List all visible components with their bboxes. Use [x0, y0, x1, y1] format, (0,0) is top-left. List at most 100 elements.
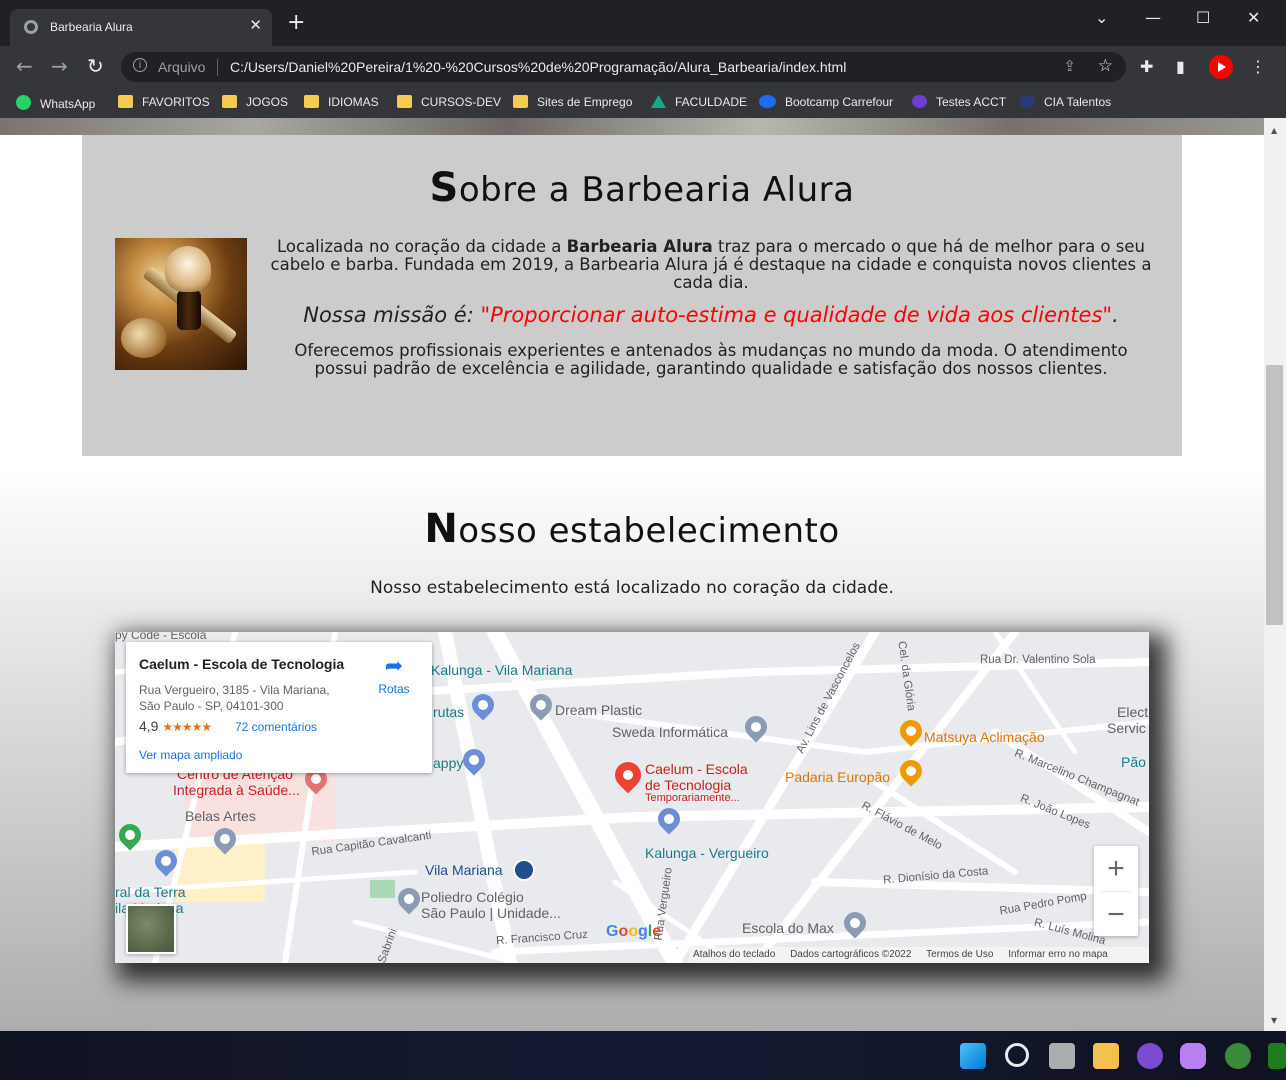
reviews-link[interactable]: 72 comentários [235, 720, 317, 734]
larger-map-link[interactable]: Ver mapa ampliado [139, 748, 242, 762]
keyboard-shortcuts-link[interactable]: Atalhos do teclado [693, 949, 775, 960]
place-label[interactable]: Integrada à Saúde... [173, 782, 300, 798]
place-label[interactable]: Kalunga - Vergueiro [645, 845, 769, 861]
rating-value: 4,9 [139, 718, 159, 734]
menu-icon[interactable]: ⋮ [1250, 57, 1266, 76]
place-label[interactable]: Caelum - Escola [645, 761, 748, 777]
tab-search-icon[interactable]: ⌄ [1095, 8, 1108, 27]
faculdade-icon [651, 95, 666, 108]
about-section: Sobre a Barbearia Alura Localizada no co… [82, 135, 1182, 456]
close-window-button[interactable]: ✕ [1247, 8, 1260, 27]
bookmark-idiomas[interactable]: IDIOMAS [304, 95, 379, 109]
place-label[interactable]: Kalunga - Vila Mariana [431, 662, 572, 678]
globe-icon [24, 20, 38, 34]
place-label[interactable]: São Paulo | Unidade... [421, 905, 561, 921]
bookmark-star-icon[interactable]: ☆ [1098, 56, 1113, 76]
address-bar[interactable]: i Arquivo C:/Users/Daniel%20Pereira/1%20… [121, 52, 1126, 82]
place-label[interactable]: Dream Plastic [555, 702, 642, 718]
terms-link[interactable]: Termos de Uso [926, 949, 993, 960]
share-icon[interactable]: ⇪ [1063, 57, 1076, 75]
info-icon[interactable]: i [133, 58, 147, 72]
place-label[interactable]: Sweda Informática [612, 724, 728, 740]
scroll-down-arrow[interactable]: ▼ [1271, 1016, 1277, 1025]
directions-button[interactable]: ➦ Rotas [374, 654, 414, 697]
close-tab-icon[interactable]: ✕ [249, 16, 262, 34]
place-label[interactable]: Servic [1107, 720, 1146, 736]
xbox-icon[interactable] [1225, 1043, 1251, 1069]
back-button[interactable]: ← [16, 54, 33, 78]
tab-strip: Barbearia Alura ✕ + ⌄ — ☐ ✕ [0, 0, 1286, 46]
k-icon [912, 95, 927, 108]
new-tab-button[interactable]: + [287, 12, 305, 34]
place-label[interactable]: rutas [433, 704, 464, 720]
tab-title: Barbearia Alura [50, 20, 133, 34]
forward-button[interactable]: → [51, 54, 68, 78]
p1-before: Localizada no coração da cidade a [277, 237, 567, 256]
establishment-title: Nosso estabelecimento [0, 506, 1264, 552]
bookmark-jogos[interactable]: JOGOS [222, 95, 288, 109]
bookmark-cursos-dev[interactable]: CURSOS-DEV [397, 95, 501, 109]
bookmark-whatsapp[interactable]: WhatsApp [16, 95, 95, 111]
github-icon[interactable] [1137, 1043, 1163, 1069]
scroll-up-arrow[interactable]: ▲ [1271, 126, 1277, 135]
place-label[interactable]: Vila Mariana [425, 862, 503, 878]
side-panel-icon[interactable]: ▮ [1176, 57, 1185, 76]
extensions-icon[interactable]: ✚ [1140, 57, 1153, 76]
bookmark-bootcamp[interactable]: Bootcamp Carrefour [759, 95, 893, 109]
bookmark-label: Testes ACCT [936, 95, 1007, 109]
place-label[interactable]: Temporariamente... [645, 792, 740, 804]
place-label[interactable]: appy [433, 755, 463, 771]
place-label[interactable]: de Tecnologia [645, 777, 731, 793]
reload-button[interactable]: ↻ [87, 54, 104, 78]
zoom-in-button[interactable]: + [1094, 846, 1138, 891]
satellite-toggle-thumbnail[interactable] [126, 904, 176, 954]
browser-tab[interactable]: Barbearia Alura ✕ [10, 9, 272, 46]
place-label[interactable]: Pão [1121, 754, 1146, 770]
soap-bowl [121, 318, 167, 358]
windows-start-icon[interactable] [960, 1043, 986, 1069]
profile-avatar[interactable] [1209, 55, 1233, 79]
bookmark-testes-acct[interactable]: Testes ACCT [912, 95, 1006, 109]
minimize-button[interactable]: — [1145, 8, 1161, 27]
scrollbar-thumb[interactable] [1266, 365, 1283, 625]
maximize-button[interactable]: ☐ [1196, 8, 1210, 27]
file-explorer-icon[interactable] [1093, 1043, 1119, 1069]
place-label[interactable]: ral da Terra [115, 884, 186, 900]
cia-icon [1020, 95, 1035, 108]
title-initial: N [424, 506, 459, 552]
place-label[interactable]: Escola do Max [742, 920, 834, 936]
place-label[interactable]: Belas Artes [185, 808, 256, 824]
bookmark-cia-talentos[interactable]: CIA Talentos [1020, 95, 1111, 109]
title-initial: S [429, 165, 459, 211]
bookmark-faculdade[interactable]: FACULDADE [651, 95, 747, 109]
zoom-out-button[interactable]: − [1094, 892, 1138, 937]
task-view-icon[interactable] [1049, 1043, 1075, 1069]
bookmark-label: WhatsApp [40, 97, 96, 111]
street-label: Rua Dr. Valentino Sola [980, 654, 1096, 666]
url-text[interactable]: C:/Users/Daniel%20Pereira/1%20-%20Cursos… [230, 59, 846, 75]
metro-station-icon[interactable] [513, 859, 535, 881]
page-viewport: Sobre a Barbearia Alura Localizada no co… [0, 118, 1264, 1031]
shaving-brush [165, 246, 211, 292]
mission-label: Nossa missão é: [303, 303, 481, 327]
about-title: Sobre a Barbearia Alura [82, 165, 1202, 211]
about-text: Localizada no coração da cidade a Barbea… [266, 238, 1156, 388]
hero-image-bottom [0, 118, 1264, 135]
vertical-scrollbar[interactable]: ▲ ▼ [1264, 118, 1286, 1031]
place-label[interactable]: Poliedro Colégio [421, 889, 524, 905]
google-map-embed[interactable]: Kalunga - Vila Mariana Dream Plastic Swe… [115, 632, 1149, 963]
app-icon[interactable] [1268, 1043, 1286, 1069]
report-error-link[interactable]: Informar erro no mapa [1008, 949, 1108, 960]
brush-handle [177, 290, 201, 330]
place-label[interactable]: py Code - Escola [115, 632, 206, 642]
folder-icon [397, 95, 412, 108]
search-icon[interactable] [1005, 1043, 1029, 1067]
mission-statement: Nossa missão é: "Proporcionar auto-estim… [266, 302, 1156, 328]
game-controller-icon[interactable] [1180, 1043, 1206, 1069]
bookmark-favoritos[interactable]: FAVORITOS [118, 95, 210, 109]
place-label[interactable]: Elect [1117, 704, 1148, 720]
bookmark-sites-emprego[interactable]: Sites de Emprego [513, 95, 632, 109]
place-label[interactable]: Matsuya Aclimação [924, 729, 1045, 745]
bookmark-label: CIA Talentos [1044, 95, 1112, 109]
place-label[interactable]: Padaria Europão [785, 769, 890, 785]
